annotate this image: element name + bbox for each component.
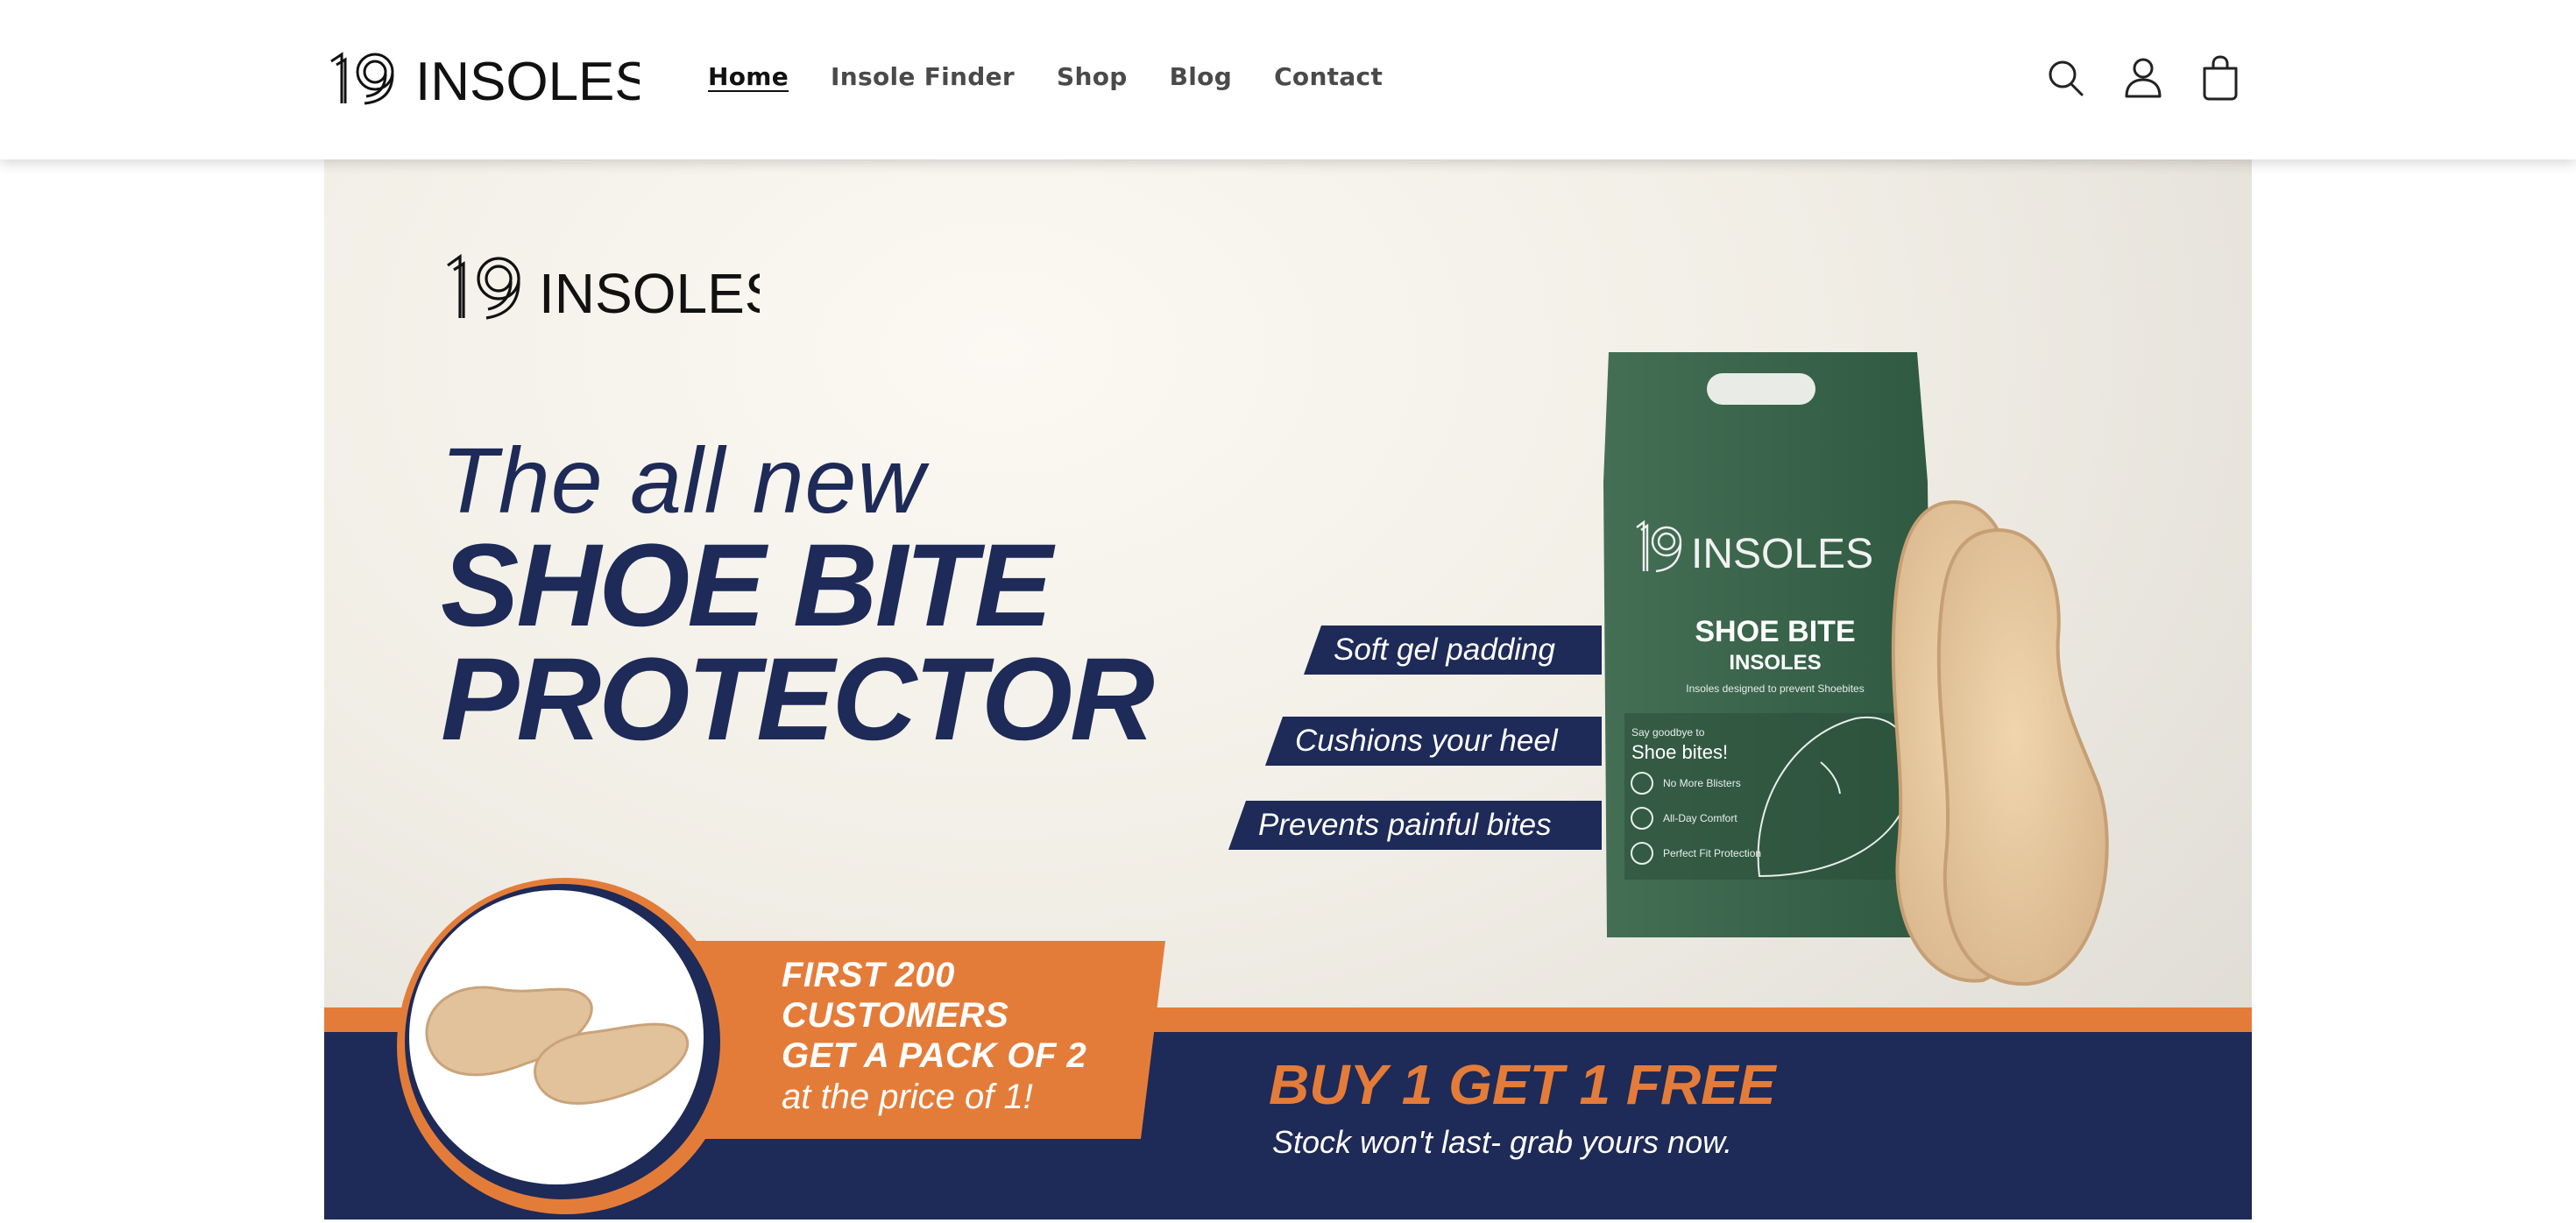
feature-tag: Cushions your heel (1265, 717, 1602, 766)
headline-line-2: SHOE BITE (441, 520, 1052, 651)
nav-blog[interactable]: Blog (1170, 61, 1232, 93)
svg-text:Perfect Fit Protection: Perfect Fit Protection (1663, 847, 1761, 859)
svg-text:Insoles designed to prevent Sh: Insoles designed to prevent Shoebites (1686, 682, 1864, 695)
banner-headline: The all new SHOE BITE PROTECTOR (441, 429, 1155, 765)
svg-text:All-Day Comfort: All-Day Comfort (1663, 812, 1737, 824)
svg-text:SHOE BITE: SHOE BITE (1695, 615, 1855, 648)
hero-banner[interactable]: INSOLES The all new SHOE BITE PROTECTOR … (324, 159, 2252, 1219)
account-icon[interactable] (2122, 54, 2164, 102)
svg-text:INSOLES: INSOLES (415, 52, 640, 107)
svg-text:No More Blisters: No More Blisters (1663, 777, 1741, 789)
nav-home[interactable]: Home (708, 61, 789, 93)
svg-text:INSOLES: INSOLES (1729, 651, 1821, 675)
stock-note: Stock won't last- grab yours now. (1272, 1124, 1733, 1160)
promo-text: FIRST 200 CUSTOMERS GET A PACK OF 2 at t… (782, 955, 1086, 1118)
nav-shop[interactable]: Shop (1057, 61, 1128, 93)
banner-logo: INSOLES (447, 253, 760, 322)
headline-line-1: The all new (441, 429, 926, 533)
svg-text:INSOLES: INSOLES (1691, 531, 1873, 577)
promo-line-4: at the price of 1! (782, 1078, 1033, 1116)
insole-pair-image (1891, 500, 2109, 986)
promo-line-1: FIRST 200 (782, 956, 955, 994)
nav-contact[interactable]: Contact (1274, 61, 1383, 93)
svg-text:INSOLES: INSOLES (539, 262, 760, 322)
promo-line-3: GET A PACK OF 2 (782, 1036, 1087, 1075)
feature-tag: Soft gel padding (1304, 626, 1602, 675)
cart-icon[interactable] (2199, 54, 2241, 102)
insole-circle-image (397, 878, 733, 1214)
main-nav: Home Insole Finder Shop Blog Contact (708, 61, 1383, 93)
svg-text:Say goodbye to: Say goodbye to (1631, 726, 1705, 739)
bogo-offer: BUY 1 GET 1 FREE (1269, 1053, 1776, 1116)
promo-line-2: CUSTOMERS (782, 996, 1009, 1035)
feature-tag: Prevents painful bites (1228, 801, 1602, 850)
search-icon[interactable] (2045, 54, 2087, 102)
headline-line-3: PROTECTOR (441, 634, 1155, 765)
brand-logo[interactable]: INSOLES (326, 49, 640, 107)
site-header: INSOLES Home Insole Finder Shop Blog Con… (0, 0, 2576, 159)
svg-text:Shoe bites!: Shoe bites! (1631, 741, 1728, 763)
nav-insole-finder[interactable]: Insole Finder (831, 61, 1015, 93)
